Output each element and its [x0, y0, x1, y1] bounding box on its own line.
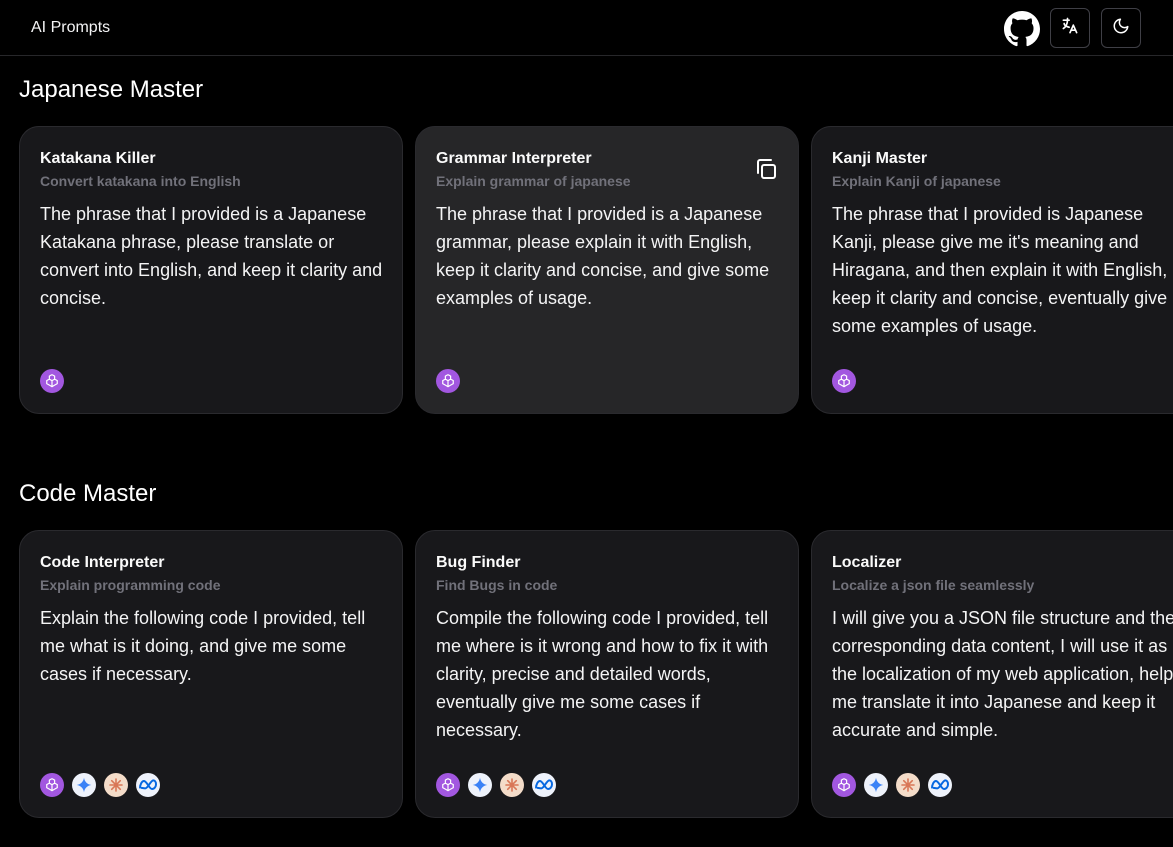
card-subtitle: Explain programming code — [40, 577, 221, 593]
card-subtitle: Localize a json file seamlessly — [832, 577, 1035, 593]
card-prompt-text: The phrase that I provided is Japanese K… — [832, 204, 1168, 336]
openai-icon — [40, 773, 64, 797]
card-title: Bug Finder — [436, 554, 521, 571]
meta-icon — [136, 773, 160, 797]
meta-icon — [532, 773, 556, 797]
card-subtitle: Convert katakana into English — [40, 173, 241, 189]
prompt-card[interactable]: Grammar Interpreter Explain grammar of j… — [415, 126, 799, 414]
card-subtitle: Explain grammar of japanese — [436, 173, 631, 189]
openai-icon — [436, 369, 460, 393]
claude-icon — [500, 773, 524, 797]
card-prompt-text: I will give you a JSON file structure an… — [832, 608, 1173, 740]
model-list — [436, 369, 460, 393]
section-title-japanese: Japanese Master — [19, 76, 204, 103]
openai-icon — [832, 773, 856, 797]
card-title: Localizer — [832, 554, 902, 571]
card-subtitle: Find Bugs in code — [436, 577, 558, 593]
github-icon[interactable] — [1004, 11, 1040, 47]
card-title: Grammar Interpreter — [436, 150, 592, 167]
openai-icon — [832, 369, 856, 393]
top-navbar: AI Prompts — [0, 0, 1173, 56]
translate-icon — [1060, 16, 1080, 41]
model-list — [832, 369, 856, 393]
openai-icon — [436, 773, 460, 797]
gemini-icon — [72, 773, 96, 797]
card-prompt-text: Explain the following code I provided, t… — [40, 608, 366, 684]
copy-icon[interactable] — [754, 157, 778, 181]
meta-icon — [928, 773, 952, 797]
theme-toggle-button[interactable] — [1101, 8, 1141, 48]
gemini-icon — [864, 773, 888, 797]
prompt-card[interactable]: Code Interpreter Explain programming cod… — [19, 530, 403, 818]
openai-icon — [40, 369, 64, 393]
claude-icon — [896, 773, 920, 797]
prompt-card[interactable]: Localizer Localize a json file seamlessl… — [811, 530, 1173, 818]
card-prompt-text: Compile the following code I provided, t… — [436, 608, 769, 740]
card-title: Code Interpreter — [40, 554, 165, 571]
language-button[interactable] — [1050, 8, 1090, 48]
prompt-card[interactable]: Kanji Master Explain Kanji of japanese T… — [811, 126, 1173, 414]
card-prompt-text: The phrase that I provided is a Japanese… — [436, 204, 770, 308]
card-title: Katakana Killer — [40, 150, 156, 167]
section-title-code: Code Master — [19, 480, 157, 507]
gemini-icon — [468, 773, 492, 797]
brand-title[interactable]: AI Prompts — [31, 19, 110, 37]
card-prompt-text: The phrase that I provided is a Japanese… — [40, 204, 383, 308]
moon-icon — [1112, 17, 1130, 40]
prompt-card[interactable]: Katakana Killer Convert katakana into En… — [19, 126, 403, 414]
model-list — [436, 773, 556, 797]
card-title: Kanji Master — [832, 150, 928, 167]
claude-icon — [104, 773, 128, 797]
model-list — [40, 773, 160, 797]
model-list — [40, 369, 64, 393]
card-subtitle: Explain Kanji of japanese — [832, 173, 1001, 189]
prompt-card[interactable]: Bug Finder Find Bugs in code Compile the… — [415, 530, 799, 818]
model-list — [832, 773, 952, 797]
